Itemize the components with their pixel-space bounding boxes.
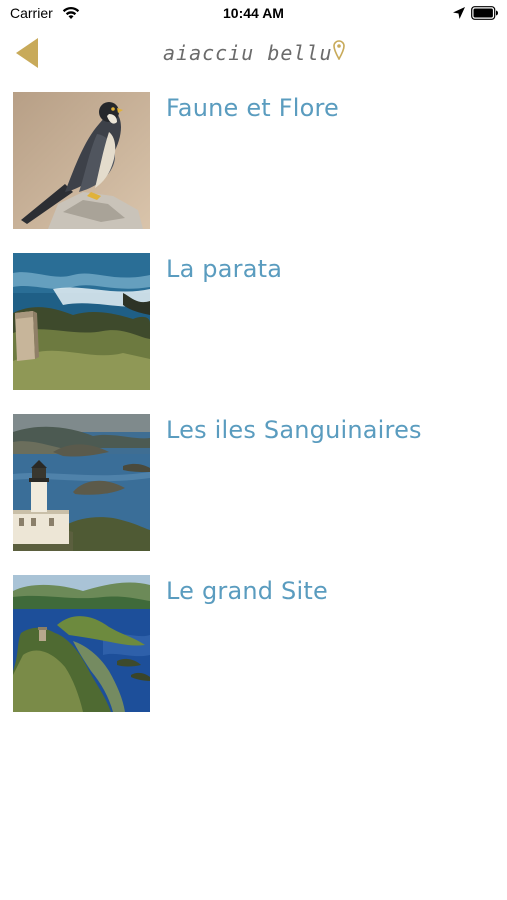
peregrine-falcon-photo	[13, 92, 150, 229]
location-arrow-icon	[453, 7, 465, 19]
status-bar: Carrier 10:44 AM	[0, 0, 507, 28]
item-title: La parata	[166, 255, 283, 283]
item-title: Faune et Flore	[166, 94, 339, 122]
list-item-le-grand-site[interactable]: Le grand Site	[0, 575, 507, 713]
logo-text: aiacciu bellu	[163, 41, 333, 65]
item-title: Le grand Site	[166, 577, 328, 605]
lighthouse-islands-photo	[13, 414, 150, 551]
list-item-la-parata[interactable]: La parata	[0, 253, 507, 391]
back-arrow-icon[interactable]	[14, 37, 40, 69]
app-logo: aiacciu bellu	[163, 38, 345, 68]
list-item-les-iles-sanguinaires[interactable]: Les iles Sanguinaires	[0, 414, 507, 552]
coastline-tower-photo	[13, 253, 150, 390]
peninsula-aerial-photo	[13, 575, 150, 712]
battery-icon	[471, 6, 498, 20]
item-title: Les iles Sanguinaires	[166, 416, 422, 444]
list-item-faune-et-flore[interactable]: Faune et Flore	[0, 92, 507, 230]
map-pin-icon	[333, 40, 345, 60]
clock: 10:44 AM	[223, 5, 284, 21]
